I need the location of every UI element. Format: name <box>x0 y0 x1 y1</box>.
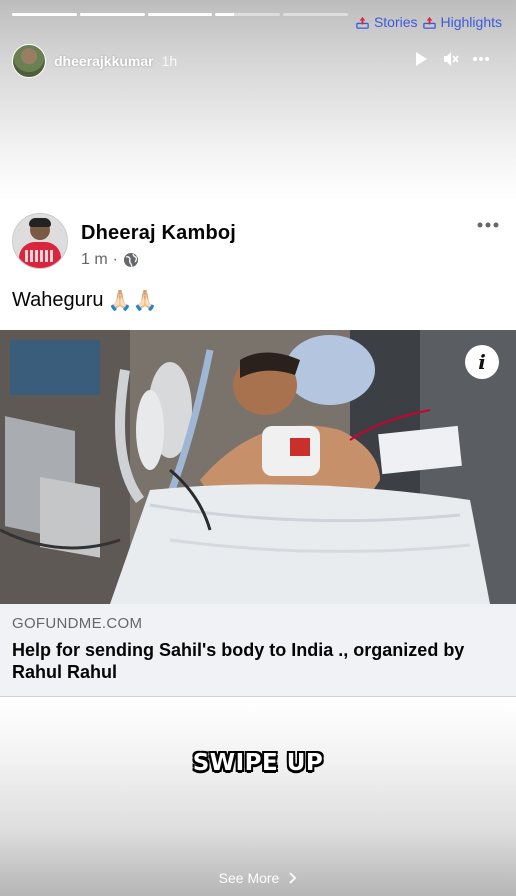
post-image[interactable]: i <box>0 330 516 604</box>
progress-fill <box>147 13 213 16</box>
post-message: Waheguru <box>12 289 104 311</box>
link-preview[interactable]: GOFUNDME.COM Help for sending Sahil's bo… <box>0 604 516 697</box>
story-controls <box>412 50 490 68</box>
see-more-label: See More <box>218 870 280 886</box>
story-username[interactable]: dheerajkkumar <box>54 53 154 69</box>
highlights-label: Highlights <box>440 14 502 30</box>
post-time: 1 m <box>81 251 108 268</box>
mute-icon[interactable] <box>442 50 460 68</box>
praying-hands-icon: 🙏🏻🙏🏻 <box>107 290 158 312</box>
story-progress <box>12 13 348 16</box>
globe-icon <box>124 253 138 268</box>
share-arrow-icon <box>422 16 436 29</box>
progress-segment <box>283 13 348 16</box>
story-header: dheerajkkumar 1h <box>12 44 177 78</box>
play-icon[interactable] <box>412 50 430 68</box>
post-text: Waheguru 🙏🏻🙏🏻 <box>12 288 157 313</box>
post-header: Dheeraj Kamboj 1 m · <box>12 213 236 269</box>
post-more-icon[interactable] <box>476 220 500 230</box>
swipe-up-sticker[interactable]: SWIPE UP <box>0 749 516 777</box>
stories-label: Stories <box>373 14 418 30</box>
more-options-icon[interactable] <box>472 50 490 68</box>
facebook-post-card: Dheeraj Kamboj 1 m · Waheguru 🙏🏻🙏🏻 i GOF… <box>0 208 516 697</box>
progress-segment <box>215 13 281 16</box>
progress-fill <box>12 13 77 16</box>
share-arrow-icon <box>356 16 369 29</box>
stories-link[interactable]: Stories <box>355 14 418 30</box>
see-more-button[interactable]: See More <box>0 870 516 886</box>
post-subline: 1 m · <box>81 251 236 269</box>
post-separator: · <box>112 251 118 268</box>
post-meta: Dheeraj Kamboj 1 m · <box>81 222 236 269</box>
avatar[interactable] <box>12 44 46 78</box>
link-title: Help for sending Sahil's body to India .… <box>12 640 465 682</box>
post-author-avatar[interactable] <box>12 213 68 269</box>
post-author-name[interactable]: Dheeraj Kamboj <box>81 222 236 245</box>
highlights-link[interactable]: Highlights <box>422 14 502 30</box>
progress-segment <box>12 13 77 16</box>
link-domain: GOFUNDME.COM <box>12 615 143 632</box>
info-icon[interactable]: i <box>465 345 499 379</box>
hospital-photo <box>0 330 516 604</box>
progress-segment <box>79 13 145 16</box>
progress-fill <box>215 13 234 16</box>
story-links: Stories Highlights <box>355 14 502 30</box>
progress-segment <box>147 13 213 16</box>
progress-fill <box>79 13 145 16</box>
story-time: 1h <box>161 53 178 69</box>
chevron-right-icon <box>289 872 297 884</box>
